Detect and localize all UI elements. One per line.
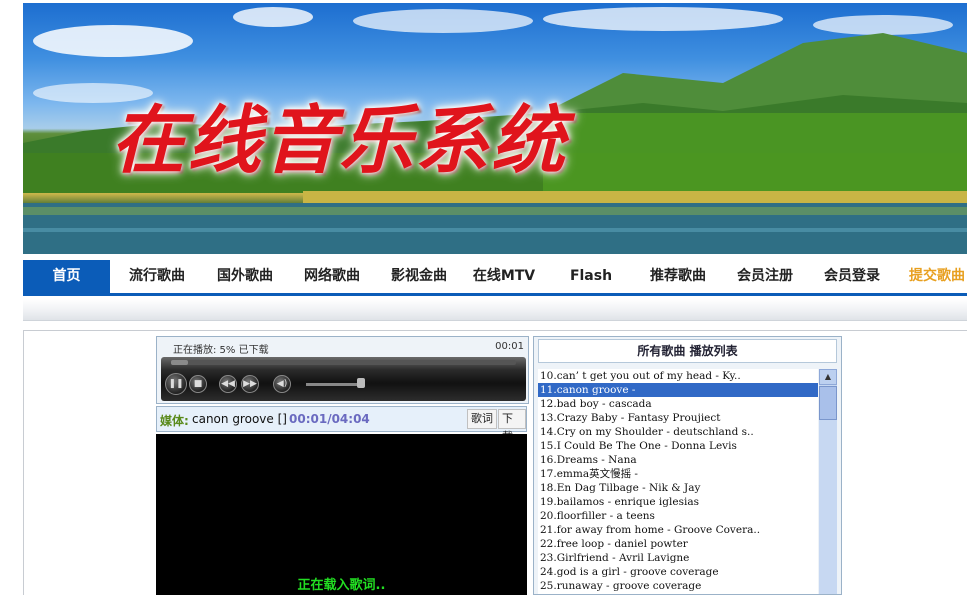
playlist-header: 所有歌曲 播放列表 bbox=[538, 339, 837, 363]
scroll-up-icon[interactable]: ▲ bbox=[819, 369, 837, 385]
player-controls: ❚❚ ■ ◀◀ ▶▶ ◀) bbox=[161, 357, 526, 401]
lyrics-loading-text: 正在载入歌词.. bbox=[297, 578, 386, 593]
header-banner: 在线音乐系统 bbox=[23, 3, 967, 254]
media-label: 媒体: bbox=[160, 414, 189, 428]
main-nav: 首页 流行歌曲 国外歌曲 网络歌曲 影视金曲 在线MTV Flash 推荐歌曲 … bbox=[23, 260, 967, 296]
player-time: 00:01 bbox=[495, 341, 524, 352]
volume-icon[interactable]: ◀) bbox=[273, 375, 291, 393]
nav-film-songs[interactable]: 影视金曲 bbox=[377, 260, 461, 293]
site-logo: 在线音乐系统 bbox=[111, 98, 567, 184]
playlist-scrollbar[interactable]: ▲ bbox=[819, 369, 837, 594]
playlist-item[interactable]: 15.I Could Be The One - Donna Levis bbox=[538, 439, 818, 453]
nav-pop-songs[interactable]: 流行歌曲 bbox=[115, 260, 199, 293]
playlist-item[interactable]: 22.free loop - daniel powter bbox=[538, 537, 818, 551]
download-button[interactable]: 下载 bbox=[498, 409, 526, 443]
media-time: 00:01/04:04 bbox=[289, 412, 370, 426]
playlist-item[interactable]: 21.for away from home - Groove Covera.. bbox=[538, 523, 818, 537]
media-title: canon groove [] bbox=[192, 412, 287, 426]
nav-recommended[interactable]: 推荐歌曲 bbox=[635, 260, 721, 293]
nav-internet-songs[interactable]: 网络歌曲 bbox=[290, 260, 374, 293]
playlist-item[interactable]: 18.En Dag Tilbage - Nik & Jay bbox=[538, 481, 818, 495]
seek-bar-fill bbox=[171, 360, 189, 365]
nav-submit-song[interactable]: 提交歌曲 bbox=[895, 260, 967, 293]
previous-icon[interactable]: ◀◀ bbox=[219, 375, 237, 393]
playlist-item[interactable]: 11.canon groove - bbox=[538, 383, 818, 397]
playlist-item[interactable]: 24.god is a girl - groove coverage bbox=[538, 565, 818, 579]
playlist-panel: 所有歌曲 播放列表 10.can’ t get you out of my he… bbox=[533, 336, 842, 595]
playlist-item[interactable]: 17.emma英文慢摇 - bbox=[538, 467, 818, 481]
playlist-list: 10.can’ t get you out of my head - Ky.. … bbox=[538, 369, 818, 594]
playlist-item[interactable]: 25.runaway - groove coverage bbox=[538, 579, 818, 593]
playlist-item[interactable]: 23.Girlfriend - Avril Lavigne bbox=[538, 551, 818, 565]
playlist-item[interactable]: 12.bad boy - cascada bbox=[538, 397, 818, 411]
playlist-item[interactable]: 14.Cry on my Shoulder - deutschland s.. bbox=[538, 425, 818, 439]
nav-register[interactable]: 会员注册 bbox=[723, 260, 807, 293]
nav-foreign-songs[interactable]: 国外歌曲 bbox=[203, 260, 287, 293]
lyrics-button[interactable]: 歌词 bbox=[467, 409, 497, 429]
play-status: 正在播放: 5% 已下载 bbox=[173, 345, 269, 356]
nav-subbar bbox=[23, 299, 967, 321]
scroll-thumb[interactable] bbox=[819, 386, 837, 420]
playlist-item[interactable]: 20.floorfiller - a teens bbox=[538, 509, 818, 523]
playlist-item[interactable]: 19.bailamos - enrique iglesias bbox=[538, 495, 818, 509]
nav-login[interactable]: 会员登录 bbox=[809, 260, 895, 293]
next-icon[interactable]: ▶▶ bbox=[241, 375, 259, 393]
nav-online-mtv[interactable]: 在线MTV bbox=[462, 260, 546, 293]
pause-icon[interactable]: ❚❚ bbox=[165, 373, 187, 395]
nav-flash[interactable]: Flash bbox=[549, 260, 633, 293]
stop-icon[interactable]: ■ bbox=[189, 375, 207, 393]
volume-knob[interactable] bbox=[357, 378, 365, 388]
playlist-item[interactable]: 16.Dreams - Nana bbox=[538, 453, 818, 467]
playlist-item[interactable]: 13.Crazy Baby - Fantasy Proujiect bbox=[538, 411, 818, 425]
lyrics-display: 正在载入歌词.. bbox=[156, 434, 527, 595]
media-info-bar: 媒体: canon groove [] 00:01/04:04 歌词 下载 bbox=[156, 406, 527, 443]
volume-slider[interactable] bbox=[306, 383, 361, 386]
playlist-item[interactable]: 10.can’ t get you out of my head - Ky.. bbox=[538, 369, 818, 383]
seek-bar[interactable] bbox=[171, 360, 516, 365]
media-player: 正在播放: 5% 已下载 00:01 ❚❚ ■ ◀◀ ▶▶ ◀) bbox=[156, 336, 529, 404]
nav-home[interactable]: 首页 bbox=[23, 260, 110, 293]
